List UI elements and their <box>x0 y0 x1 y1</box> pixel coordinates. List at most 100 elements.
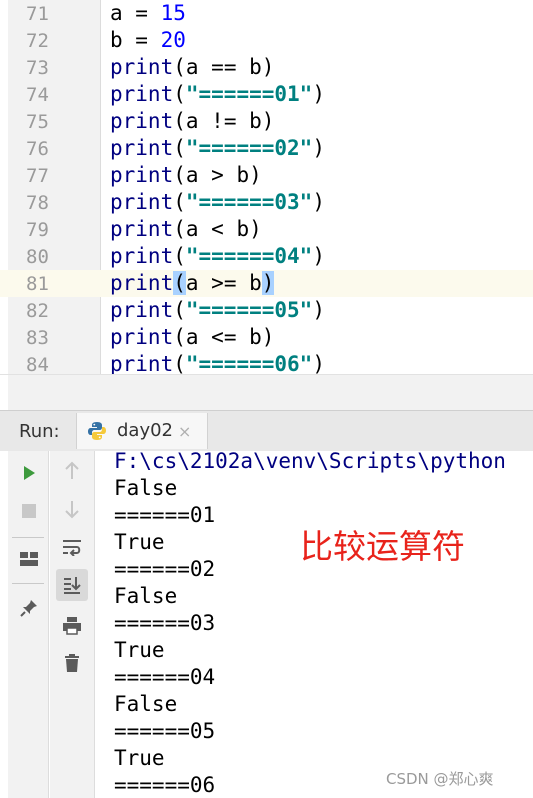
code-token: "======06" <box>185 352 313 374</box>
code-token: ( <box>173 109 186 133</box>
editor-line[interactable]: 77 print(a > b) <box>0 162 533 189</box>
code-token: "======04" <box>185 244 313 268</box>
console-output-line: ======02 <box>114 557 216 581</box>
close-icon[interactable]: × <box>178 422 191 441</box>
line-number: 82 <box>26 300 49 322</box>
code-text: b = 20 <box>110 28 186 53</box>
line-number: 72 <box>26 30 49 52</box>
line-number-cell: 77 <box>8 162 100 189</box>
code-token: b <box>249 109 262 133</box>
code-token: print <box>110 109 174 133</box>
watermark: CSDN @郑心爽 <box>386 770 494 788</box>
line-number-cell: 84 <box>8 351 100 374</box>
arrow-up-icon[interactable] <box>56 455 88 487</box>
code-token: < <box>198 217 237 241</box>
editor-line[interactable]: 84 print("======06") <box>0 351 533 374</box>
code-token: ) <box>312 244 325 268</box>
code-editor[interactable]: 71 a = 15 72 b = 20 73 print(a == b) 74 print("… <box>0 0 533 374</box>
editor-line[interactable]: 83 print(a <= b) <box>0 324 533 351</box>
code-token: print <box>110 136 174 160</box>
code-token: ) <box>312 352 325 374</box>
editor-line[interactable]: 79 print(a < b) <box>0 216 533 243</box>
python-icon <box>87 421 107 441</box>
line-number-cell: 73 <box>8 54 100 81</box>
soft-wrap-icon[interactable] <box>56 531 88 563</box>
code-token: ) <box>261 325 275 349</box>
console-output[interactable]: F:\cs\2102a\venv\Scripts\python False ====… <box>114 451 533 798</box>
editor-line[interactable]: 78 print("======03") <box>0 189 533 216</box>
code-token: print <box>110 82 174 106</box>
editor-line[interactable]: 82 print("======05") <box>0 297 533 324</box>
console-output-line: ======05 <box>114 719 216 743</box>
console-output-line: ======06 <box>114 773 216 797</box>
code-text: print("======01") <box>110 82 325 107</box>
layout-icon[interactable] <box>13 543 45 575</box>
code-token: 20 <box>160 28 186 52</box>
run-triangle-icon[interactable] <box>13 457 45 489</box>
code-text: print(a != b) <box>110 109 274 134</box>
code-token: ( <box>173 136 186 160</box>
stop-square-icon[interactable] <box>13 495 45 527</box>
scroll-to-end-icon[interactable] <box>56 569 88 601</box>
annotation-text: 比较运算符 <box>300 527 465 566</box>
console-output-line: True <box>114 530 165 554</box>
code-token: a <box>185 163 199 187</box>
code-token: >= <box>198 271 250 295</box>
editor-line[interactable]: 73 print(a == b) <box>0 54 533 81</box>
run-tab-title: day02 <box>117 420 174 441</box>
line-number: 75 <box>26 111 49 133</box>
editor-line[interactable]: 71 a = 15 <box>0 0 533 27</box>
print-icon[interactable] <box>56 609 88 641</box>
line-number: 83 <box>26 327 49 349</box>
code-token: b <box>236 163 250 187</box>
run-tab-day02[interactable]: day02 × <box>76 413 208 449</box>
run-toolwindow-header: Run: day02 × <box>0 410 533 452</box>
pin-icon[interactable] <box>13 592 45 624</box>
code-token: a <box>185 217 199 241</box>
trash-icon[interactable] <box>56 647 88 679</box>
editor-line[interactable]: 74 print("======01") <box>0 81 533 108</box>
matched-bracket: ( <box>173 271 186 295</box>
code-token: "======05" <box>185 298 313 322</box>
code-token: ) <box>312 136 325 160</box>
console-command-line: F:\cs\2102a\venv\Scripts\python <box>114 451 506 473</box>
editor-line[interactable]: 76 print("======02") <box>0 135 533 162</box>
editor-line[interactable]: 75 print(a != b) <box>0 108 533 135</box>
line-number-cell: 71 <box>8 0 100 27</box>
editor-line[interactable]: 80 print("======04") <box>0 243 533 270</box>
code-token: print <box>110 217 174 241</box>
code-token: ( <box>173 298 186 322</box>
console-output-line: ======04 <box>114 665 216 689</box>
editor-bottom-margin <box>0 375 8 411</box>
line-number-cell: 81 <box>8 270 100 297</box>
code-text: a = 15 <box>110 1 186 26</box>
line-number-cell: 76 <box>8 135 100 162</box>
arrow-down-icon[interactable] <box>56 493 88 525</box>
code-text: print("======06") <box>110 352 325 374</box>
code-token: b <box>249 271 262 295</box>
code-token: ) <box>261 109 275 133</box>
line-number: 71 <box>26 3 49 25</box>
console-output-line: ======03 <box>114 611 216 635</box>
code-token: print <box>110 190 174 214</box>
code-token: print <box>110 298 174 322</box>
run-label: Run: <box>19 421 60 442</box>
code-token: a <box>110 1 123 25</box>
code-text: print(a >= b) <box>110 271 275 296</box>
console-output-line: False <box>114 584 178 608</box>
editor-line[interactable]: 72 b = 20 <box>0 27 533 54</box>
code-token: <= <box>198 325 250 349</box>
code-text: print(a > b) <box>110 163 262 188</box>
code-token: a <box>185 271 199 295</box>
code-token: ( <box>173 82 186 106</box>
code-token: "======02" <box>185 136 313 160</box>
line-number: 81 <box>26 273 49 295</box>
code-token: ( <box>173 55 186 79</box>
run-toolbar-primary <box>8 451 49 798</box>
code-token: b <box>110 28 123 52</box>
code-token: print <box>110 163 174 187</box>
editor-line[interactable]: 81 print(a >= b) <box>0 270 533 297</box>
code-token: 15 <box>160 1 186 25</box>
line-number-cell: 79 <box>8 216 100 243</box>
code-text: print("======04") <box>110 244 325 269</box>
